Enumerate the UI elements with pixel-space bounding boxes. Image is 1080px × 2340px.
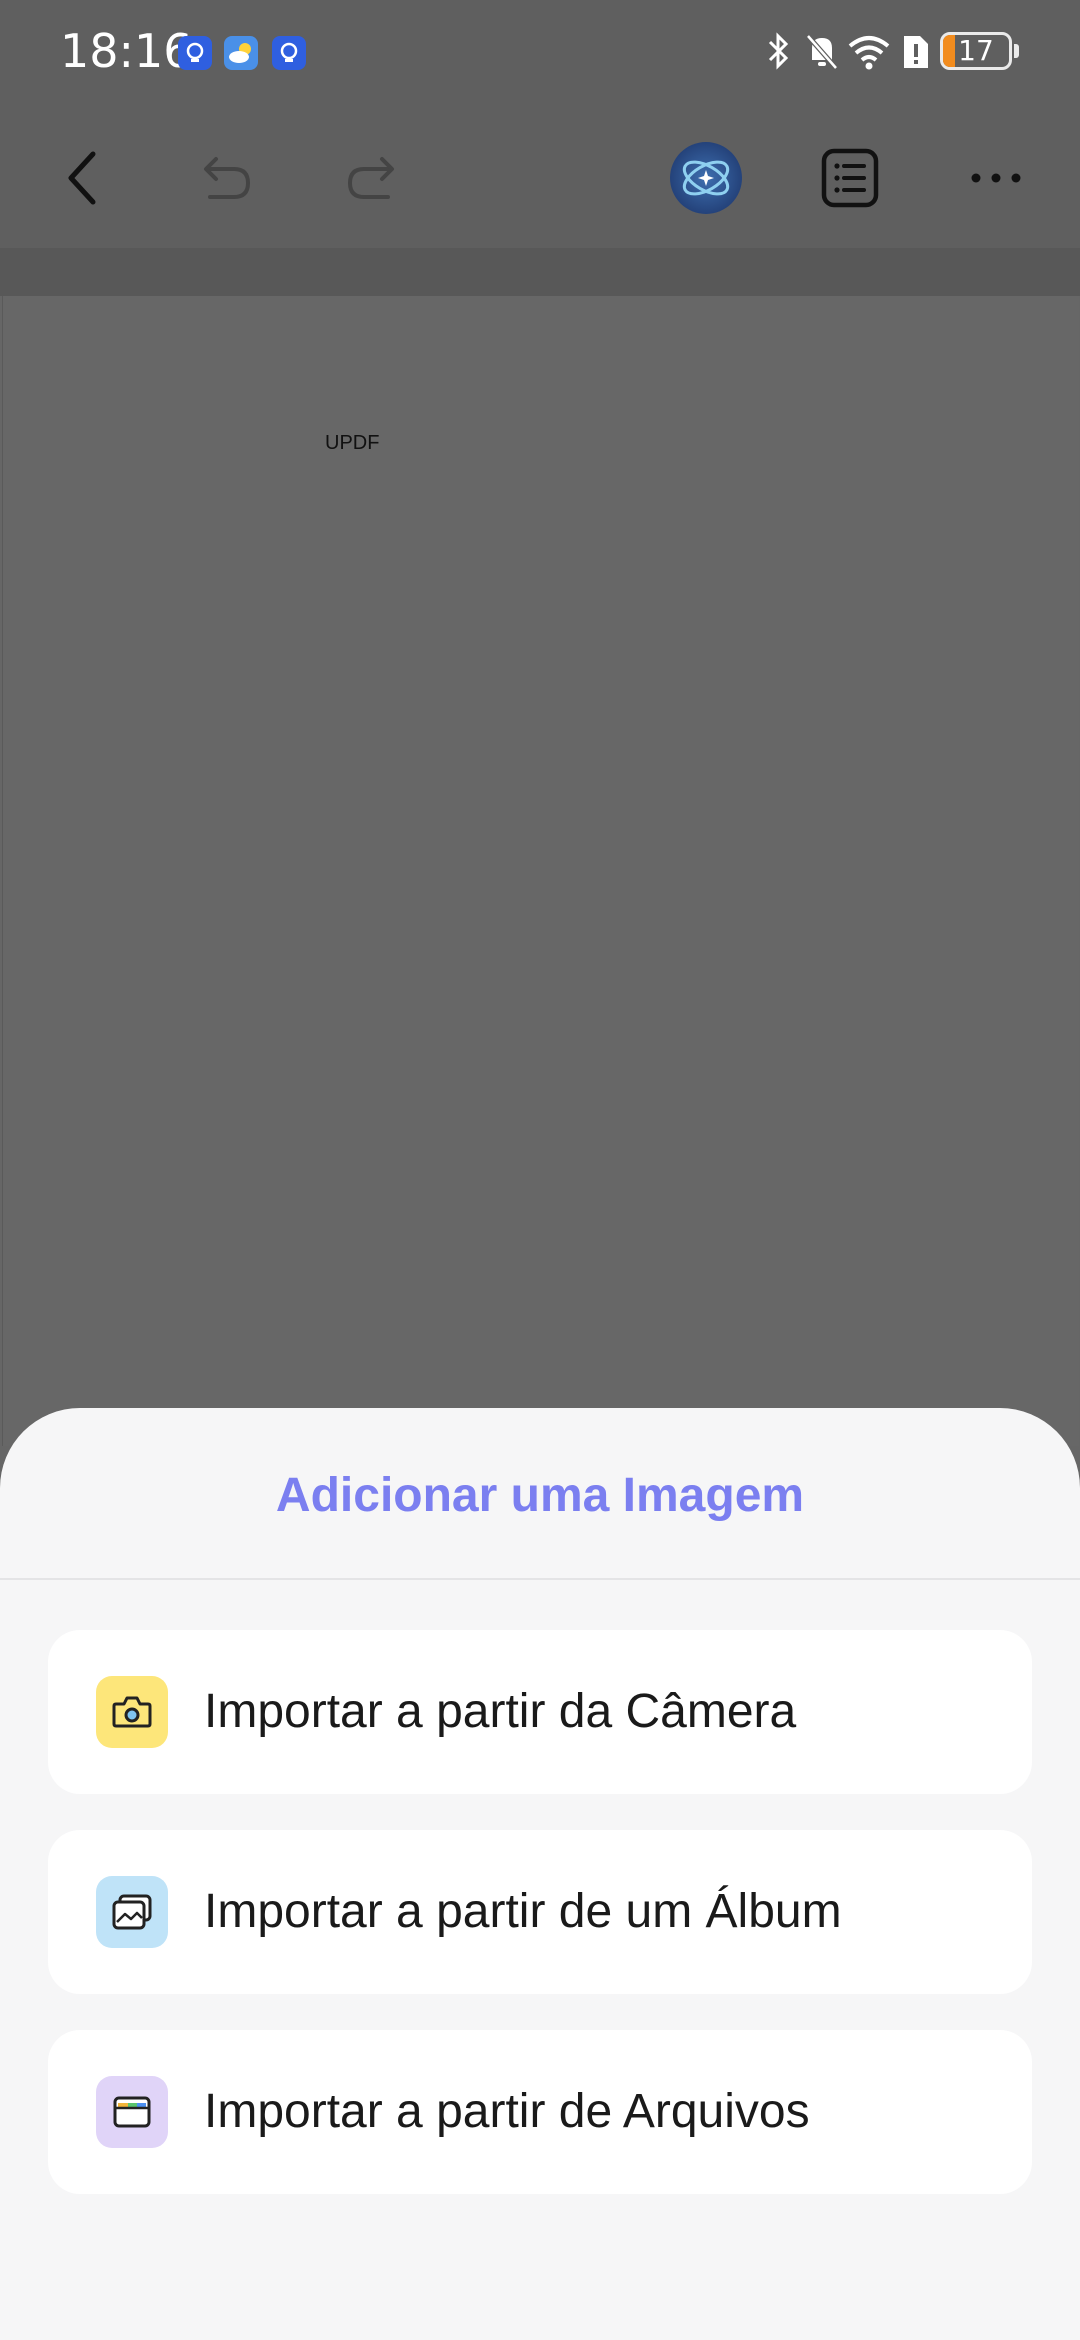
lightbulb-icon (272, 36, 306, 70)
sheet-divider (0, 1578, 1080, 1580)
import-camera-option[interactable]: Importar a partir da Câmera (48, 1630, 1032, 1794)
lightbulb-icon (178, 36, 212, 70)
document-text[interactable]: UPDF (325, 432, 379, 455)
import-camera-label: Importar a partir da Câmera (204, 1685, 797, 1738)
import-album-label: Importar a partir de um Álbum (204, 1885, 842, 1938)
ai-assistant-icon (668, 140, 744, 221)
outline-list-icon (820, 147, 880, 214)
battery-level: 17 (958, 34, 994, 67)
files-icon (96, 2076, 168, 2148)
more-button[interactable] (956, 140, 1036, 220)
bell-muted-icon (802, 30, 842, 77)
add-image-sheet: Adicionar uma Imagem Importar a partir d… (0, 1408, 1080, 2340)
back-icon (59, 148, 109, 213)
weather-icon (224, 36, 258, 70)
bluetooth-icon (764, 30, 794, 77)
camera-icon (96, 1676, 168, 1748)
outline-button[interactable] (810, 140, 890, 220)
battery-icon: 17 (940, 32, 1012, 70)
back-button[interactable] (44, 140, 124, 220)
screen: 18:16 17 UPDF Adicionar uma Imagem Impor… (0, 0, 1080, 2340)
import-files-option[interactable]: Importar a partir de Arquivos (48, 2030, 1032, 2194)
document-page[interactable]: UPDF (2, 296, 1079, 1446)
redo-button[interactable] (332, 140, 412, 220)
battery-tip (1014, 44, 1019, 58)
import-files-label: Importar a partir de Arquivos (204, 2085, 810, 2138)
album-icon (96, 1876, 168, 1948)
sim-alert-icon (900, 30, 930, 77)
status-time: 18:16 (60, 24, 193, 78)
redo-icon (342, 153, 402, 208)
undo-icon (196, 153, 256, 208)
wifi-icon (846, 30, 892, 77)
ai-assistant-button[interactable] (666, 140, 746, 220)
toolbar-separator (0, 248, 1080, 296)
import-album-option[interactable]: Importar a partir de um Álbum (48, 1830, 1032, 1994)
toolbar (0, 110, 1080, 248)
more-icon (966, 168, 1026, 193)
undo-button[interactable] (186, 140, 266, 220)
status-bar: 18:16 17 (0, 0, 1080, 110)
sheet-title: Adicionar uma Imagem (275, 1469, 805, 1522)
